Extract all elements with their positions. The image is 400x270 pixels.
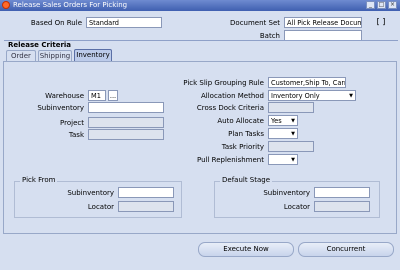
based-on-rule-field[interactable]: Standard xyxy=(86,17,162,28)
pull-replenishment-label: Pull Replenishment xyxy=(197,156,264,164)
minimize-button[interactable]: _ xyxy=(366,1,375,9)
execute-now-button[interactable]: Execute Now xyxy=(198,242,294,257)
subinventory-field[interactable] xyxy=(88,102,164,113)
descriptive-flexfield-button[interactable]: [ ] xyxy=(373,17,389,28)
task-label: Task xyxy=(68,131,84,139)
warehouse-lov-button[interactable]: ... xyxy=(108,90,118,101)
pick-from-subinventory-field[interactable] xyxy=(118,187,174,198)
auto-allocate-label: Auto Allocate xyxy=(217,117,264,125)
pick-from-locator-label: Locator xyxy=(87,203,114,211)
based-on-rule-label: Based On Rule xyxy=(30,19,82,27)
chevron-down-icon: ▼ xyxy=(291,131,295,137)
task-priority-field[interactable] xyxy=(268,141,314,152)
allocation-method-label: Allocation Method xyxy=(201,92,264,100)
allocation-method-select[interactable]: Inventory Only ▼ xyxy=(268,90,356,101)
close-button[interactable]: × xyxy=(388,1,397,9)
subinventory-label: Subinventory xyxy=(37,104,84,112)
document-set-field[interactable]: All Pick Release Docum xyxy=(284,17,362,28)
plan-tasks-label: Plan Tasks xyxy=(228,130,264,138)
window-title: Release Sales Orders For Picking xyxy=(13,1,128,9)
document-set-label: Document Set xyxy=(230,19,280,27)
pick-slip-grouping-label: Pick Slip Grouping Rule xyxy=(183,79,264,87)
default-stage-title: Default Stage xyxy=(220,176,273,184)
auto-allocate-select[interactable]: Yes ▼ xyxy=(268,115,298,126)
default-stage-subinventory-field[interactable] xyxy=(314,187,370,198)
project-field[interactable] xyxy=(88,117,164,128)
auto-allocate-value: Yes xyxy=(271,117,282,125)
pick-from-locator-field[interactable] xyxy=(118,201,174,212)
pick-from-title: Pick From xyxy=(20,176,58,184)
task-field[interactable] xyxy=(88,129,164,140)
plan-tasks-select[interactable]: ▼ xyxy=(268,128,298,139)
chevron-down-icon: ▼ xyxy=(291,118,295,124)
allocation-method-value: Inventory Only xyxy=(271,92,320,100)
maximize-button[interactable]: □ xyxy=(377,1,386,9)
pull-replenishment-select[interactable]: ▼ xyxy=(268,154,298,165)
batch-label: Batch xyxy=(259,32,280,40)
chevron-down-icon: ▼ xyxy=(349,93,353,99)
section-title: Release Criteria xyxy=(8,41,72,49)
project-label: Project xyxy=(60,119,84,127)
warehouse-field[interactable]: M1 xyxy=(88,90,106,101)
default-stage-locator-label: Locator xyxy=(283,203,310,211)
chevron-down-icon: ▼ xyxy=(291,157,295,163)
cross-dock-criteria-field[interactable] xyxy=(268,102,314,113)
cross-dock-criteria-label: Cross Dock Criteria xyxy=(196,104,264,112)
warehouse-label: Warehouse xyxy=(45,92,84,100)
default-stage-locator-field[interactable] xyxy=(314,201,370,212)
pick-from-subinventory-label: Subinventory xyxy=(67,189,114,197)
app-icon xyxy=(2,1,10,9)
concurrent-button[interactable]: Concurrent xyxy=(298,242,394,257)
pick-slip-grouping-field[interactable]: Customer,Ship To, Carri xyxy=(268,77,346,88)
default-stage-subinventory-label: Subinventory xyxy=(263,189,310,197)
task-priority-label: Task Priority xyxy=(221,143,264,151)
